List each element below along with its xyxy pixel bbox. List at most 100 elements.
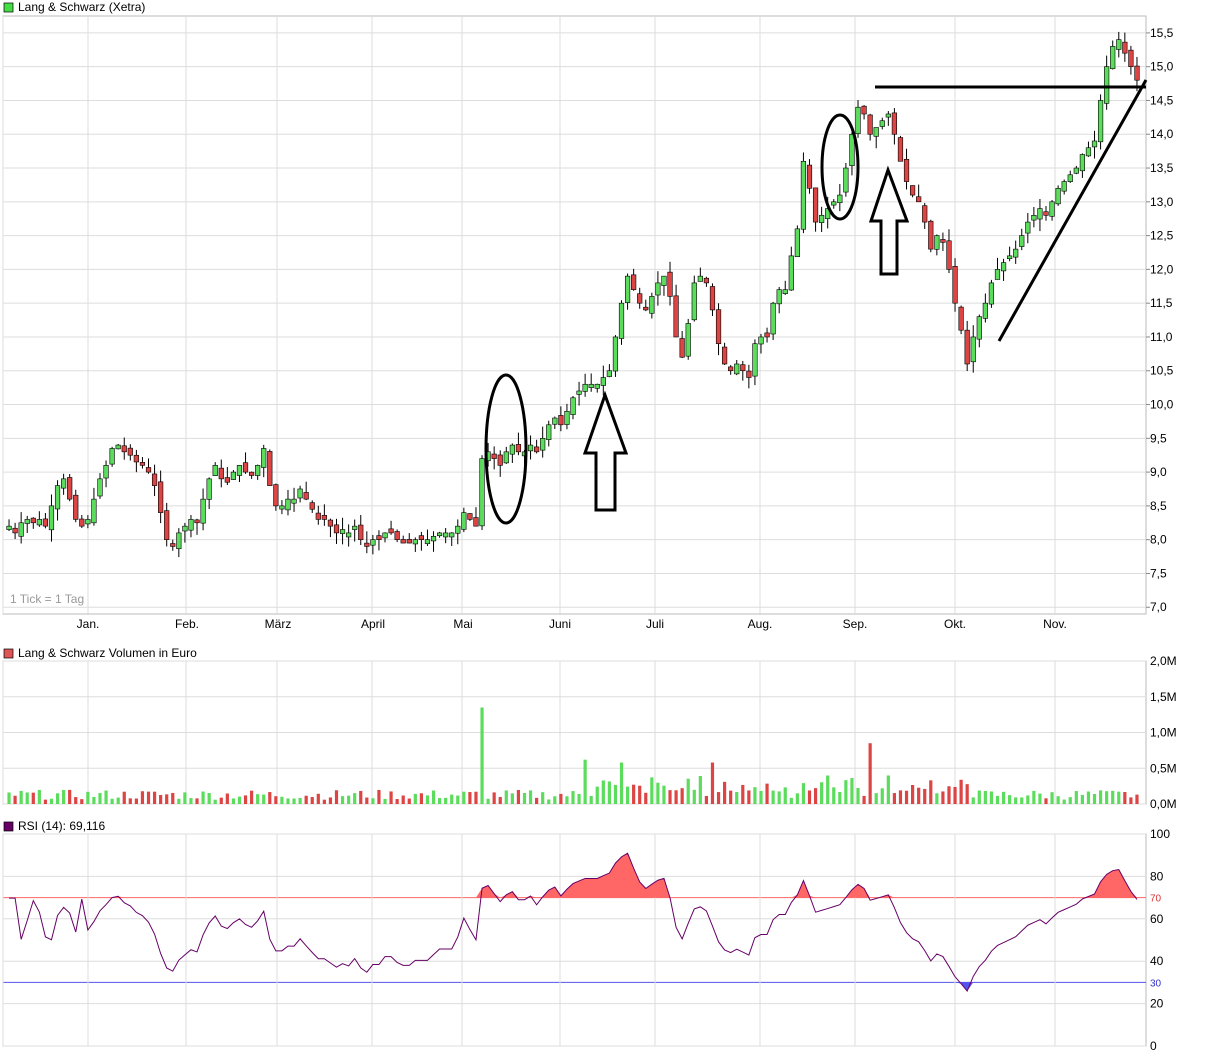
volume-bar: [589, 795, 593, 804]
volume-bar: [735, 791, 739, 804]
volume-bar: [37, 789, 41, 804]
volume-legend-swatch: [3, 648, 14, 659]
chart-canvas: Lang & Schwarz (Xetra) 7,0 7,5 8,0 8,5 9,0 9,…: [2, 0, 1177, 1053]
rsi-overbought-fill: [106, 853, 1137, 898]
candle-body: [709, 286, 716, 311]
month-label: Jan.: [77, 617, 100, 631]
candle-body: [673, 295, 679, 338]
volume-bar: [498, 796, 502, 804]
volume-bar: [729, 790, 733, 804]
candle-body: [273, 484, 279, 507]
volume-bar: [607, 781, 611, 804]
volume-bar: [292, 798, 296, 804]
volume-bar: [437, 798, 442, 804]
volume-bar: [13, 795, 17, 804]
candle-body: [1061, 181, 1067, 192]
candle-body: [267, 451, 273, 486]
volume-bar: [577, 794, 581, 804]
candle-body: [327, 519, 334, 527]
price-y-tick-label: 9,5: [1150, 431, 1167, 445]
price-y-tick-label: 14,5: [1150, 93, 1174, 107]
candle-body: [346, 532, 352, 538]
volume-bar: [62, 789, 66, 804]
volume-bar: [1032, 790, 1036, 804]
volume-bar: [516, 790, 521, 804]
volume-bar: [268, 792, 272, 804]
candle-body: [503, 451, 509, 464]
volume-bar: [177, 798, 181, 804]
volume-bar: [1038, 793, 1042, 804]
candle-body: [455, 525, 461, 534]
candle-body: [1110, 46, 1116, 70]
volume-bar: [31, 792, 35, 804]
candle-body: [1128, 49, 1134, 67]
volume-bar: [444, 797, 448, 804]
volume-bar: [553, 796, 557, 804]
volume-bar: [656, 782, 660, 804]
volume-bar: [25, 792, 29, 804]
candle-body: [928, 220, 934, 250]
volume-bar: [759, 790, 763, 804]
candle-body: [1122, 41, 1128, 54]
volume-y-tick-label: 2,0M: [1150, 654, 1177, 668]
candle-body: [1055, 188, 1061, 205]
volume-bar: [19, 790, 23, 804]
volume-bar: [1111, 790, 1115, 804]
candle-body: [1097, 100, 1104, 143]
candle-body: [224, 477, 230, 483]
annotation-arrow-sep: [868, 165, 910, 276]
candle-body: [618, 302, 625, 339]
candle-body: [509, 444, 515, 455]
candle-body: [248, 471, 255, 476]
volume-bar: [92, 796, 96, 804]
candle-body: [970, 336, 976, 363]
candle-body: [200, 498, 206, 524]
price-y-tick-label: 7,5: [1150, 566, 1167, 580]
candle-body: [909, 185, 916, 196]
volume-bar: [74, 797, 78, 804]
volume-bar: [662, 785, 666, 804]
candle-body: [309, 502, 315, 510]
volume-bar: [510, 793, 514, 804]
volume-bar: [820, 782, 824, 804]
volume-bar: [595, 786, 599, 804]
volume-bar: [789, 797, 793, 804]
volume-bar: [892, 793, 897, 804]
candle-body: [121, 445, 127, 453]
volume-bar: [286, 798, 290, 804]
rsi-legend-swatch: [3, 821, 14, 832]
volume-bar: [625, 786, 630, 804]
candle-body: [958, 306, 964, 331]
volume-bar: [571, 791, 575, 804]
volume-bar: [86, 791, 90, 804]
volume-bar: [1123, 792, 1127, 804]
volume-y-tick-label: 1,0M: [1150, 726, 1177, 740]
volume-bar: [189, 798, 193, 804]
volume-bar: [328, 797, 333, 804]
volume-bar: [231, 798, 236, 804]
volume-bar: [601, 780, 605, 804]
price-y-tick-label: 7,0: [1150, 600, 1167, 614]
candle-body: [158, 481, 164, 513]
candle-body: [1091, 140, 1098, 148]
volume-bar: [801, 783, 806, 804]
volume-bar: [619, 762, 624, 804]
candlestick-series: [6, 31, 1140, 558]
candle-body: [515, 444, 522, 453]
volume-bar: [310, 796, 314, 804]
volume-bar: [383, 798, 387, 804]
candle-body: [79, 518, 85, 527]
candle-body: [564, 410, 570, 425]
candle-body: [897, 137, 904, 162]
volume-bar: [1050, 792, 1054, 804]
candle-body: [24, 519, 30, 524]
candle-body: [1049, 201, 1055, 217]
volume-bar: [486, 798, 490, 804]
volume-bar: [431, 790, 436, 804]
volume-bar: [874, 793, 878, 804]
month-label: Okt.: [944, 617, 966, 631]
volume-bar: [468, 792, 472, 804]
price-grid: [2, 16, 1146, 614]
candle-body: [1104, 66, 1110, 104]
volume-bar: [541, 792, 545, 804]
